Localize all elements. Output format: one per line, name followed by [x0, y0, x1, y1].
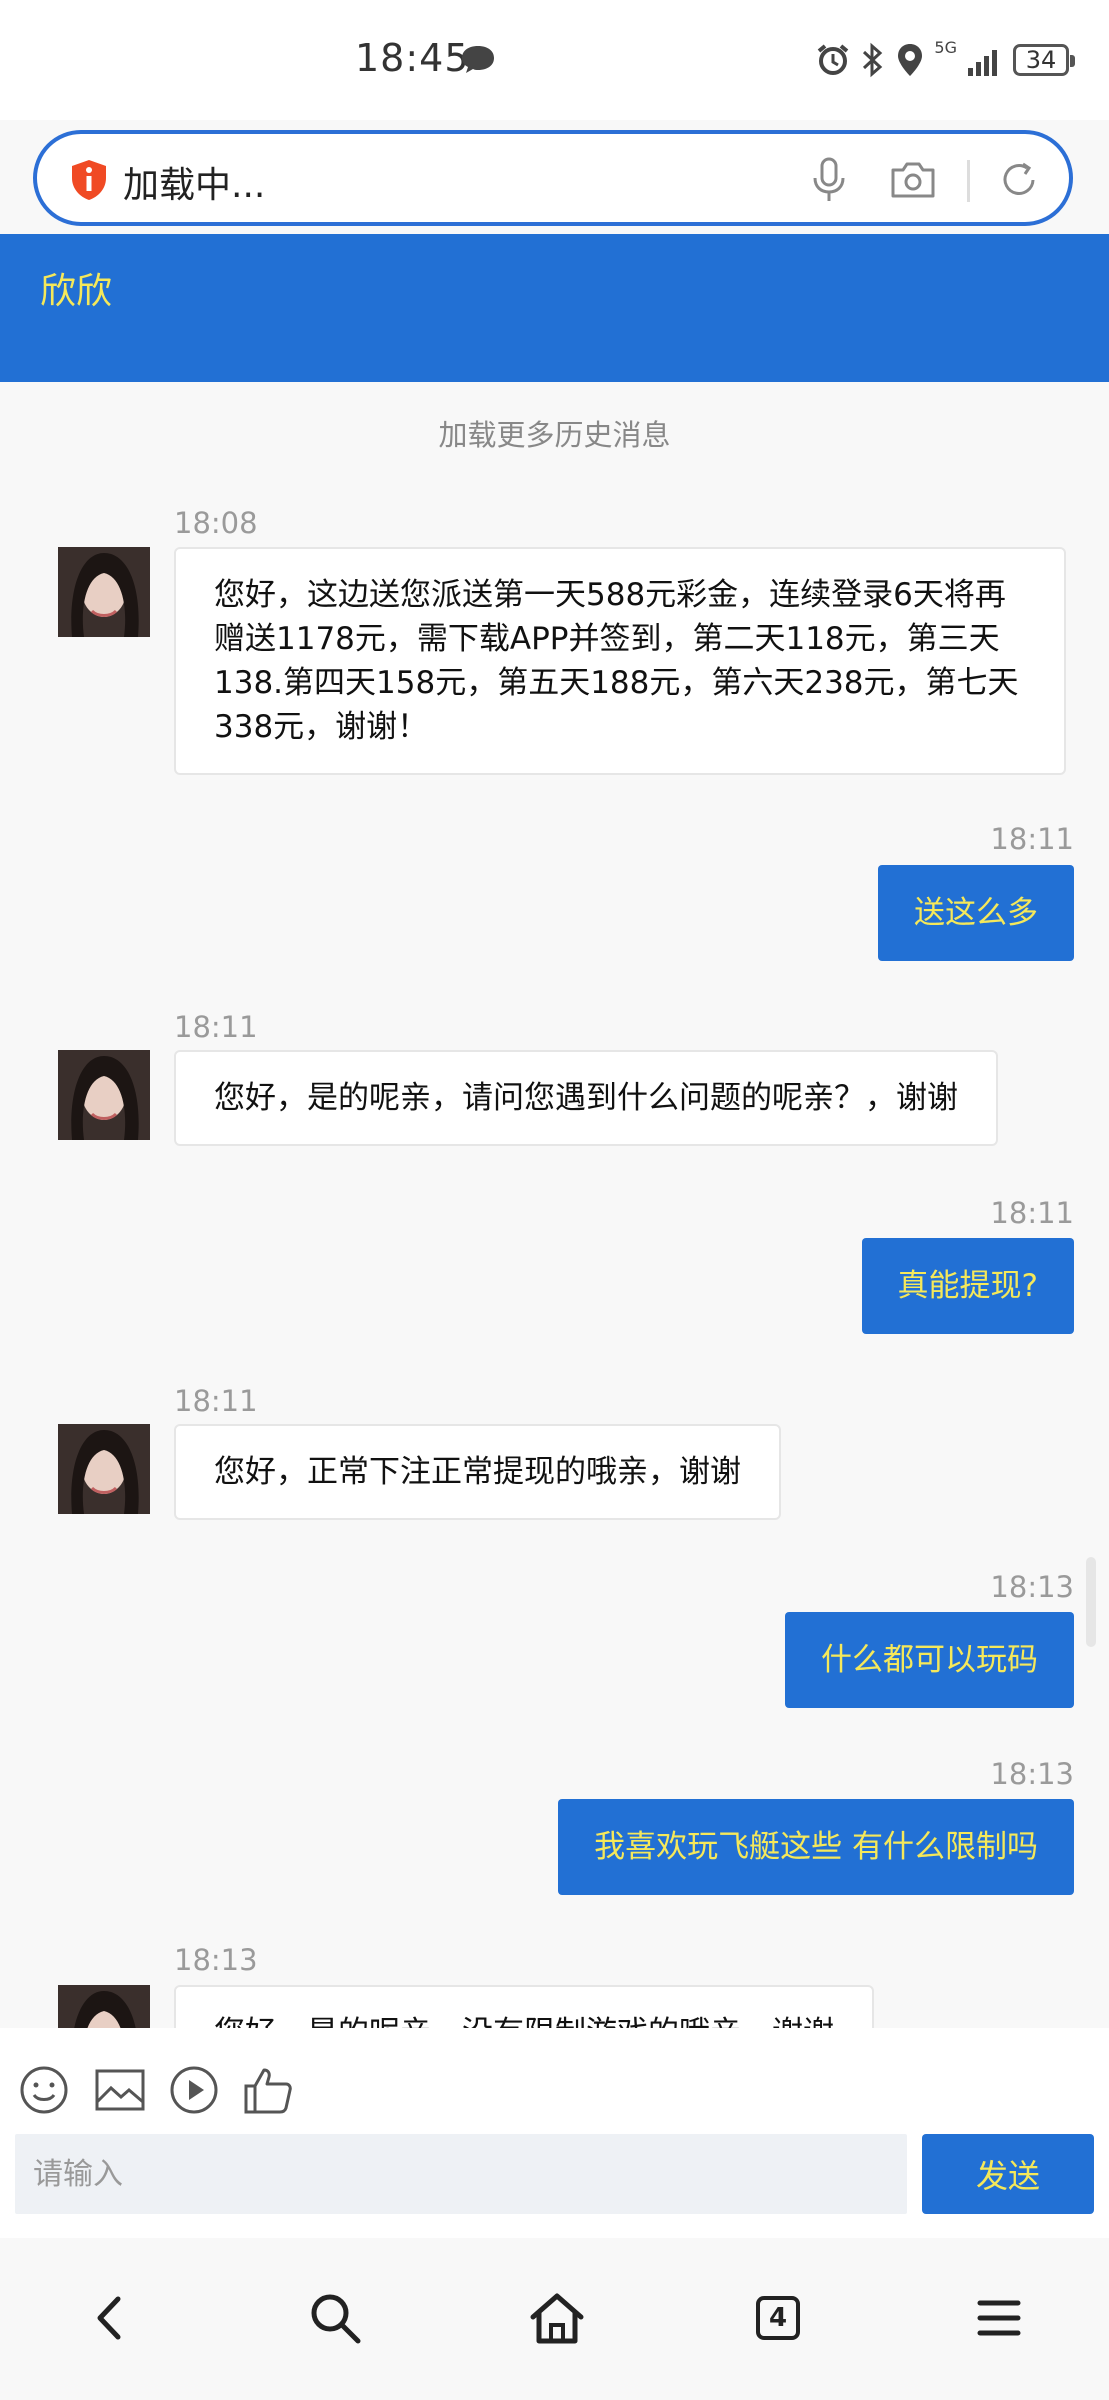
message-timestamp: 18:13 — [990, 1570, 1074, 1604]
message-timestamp: 18:11 — [990, 822, 1074, 856]
chat-header: 欣欣 — [0, 234, 1109, 382]
camera-icon[interactable] — [889, 160, 937, 200]
message-timestamp: 18:11 — [174, 1384, 258, 1418]
load-more-history-link[interactable]: 加载更多历史消息 — [0, 412, 1109, 454]
address-divider — [967, 160, 970, 202]
message-bubble-incoming: 您好，这边送您派送第一天588元彩金，连续登录6天将再赠送1178元，需下载AP… — [174, 547, 1066, 775]
security-shield-icon[interactable] — [69, 158, 109, 202]
message-bubble-outgoing: 什么都可以玩码 — [785, 1612, 1074, 1708]
back-arrow-icon — [97, 2296, 121, 2340]
chat-title: 欣欣 — [40, 271, 113, 312]
location-icon — [898, 44, 923, 76]
network-type: 5G — [934, 38, 957, 57]
thumbs-up-icon[interactable] — [242, 2064, 294, 2116]
avatar-image — [58, 547, 150, 637]
avatar-image — [58, 1050, 150, 1140]
avatar-image — [58, 1985, 150, 2028]
refresh-icon[interactable] — [997, 158, 1041, 202]
message-icon — [462, 46, 494, 73]
home-icon — [530, 2293, 584, 2344]
message-input[interactable] — [15, 2134, 907, 2214]
search-button[interactable] — [305, 2288, 365, 2348]
tabs-button[interactable]: 4 — [748, 2288, 808, 2348]
message-timestamp: 18:13 — [174, 1943, 258, 1977]
message-bubble-incoming: 您好，是的呢亲，请问您遇到什么问题的呢亲？，谢谢 — [174, 1050, 998, 1146]
tab-count: 4 — [768, 2303, 788, 2333]
message-bubble-incoming: 您好，正常下注正常提现的哦亲，谢谢 — [174, 1424, 781, 1520]
message-timestamp: 18:08 — [174, 506, 258, 540]
message-bubble-outgoing: 送这么多 — [878, 865, 1074, 961]
menu-button[interactable] — [969, 2288, 1029, 2348]
signal-icon — [968, 50, 997, 76]
status-icons: 5G 34 — [816, 38, 1075, 82]
address-bar[interactable]: 加载中... — [33, 130, 1073, 226]
avatar[interactable] — [58, 1985, 150, 2028]
back-button[interactable] — [78, 2288, 138, 2348]
tabs-count-icon: 4 — [756, 2296, 800, 2340]
browser-bottom-nav: 4 — [0, 2238, 1109, 2400]
avatar[interactable] — [58, 1050, 150, 1140]
microphone-icon[interactable] — [807, 156, 851, 204]
message-bubble-outgoing: 真能提现? — [861, 1238, 1074, 1334]
message-timestamp: 18:11 — [990, 1196, 1074, 1230]
address-text[interactable]: 加载中... — [123, 156, 265, 208]
status-bar: 18:45 5G 34 — [0, 0, 1109, 120]
alarm-icon — [818, 44, 849, 75]
message-timestamp: 18:13 — [990, 1757, 1074, 1791]
send-button[interactable]: 发送 — [922, 2134, 1094, 2214]
message-list[interactable]: 加载更多历史消息 18:08 您好，这边送您派送第一天588元彩金，连续登录6天… — [0, 382, 1109, 2028]
avatar[interactable] — [58, 1424, 150, 1514]
menu-icon — [977, 2300, 1021, 2336]
battery-level: 34 — [1025, 46, 1057, 74]
image-icon[interactable] — [94, 2064, 146, 2116]
status-time: 18:45 — [355, 36, 470, 80]
composer: 发送 — [0, 2028, 1109, 2238]
scrollbar-thumb[interactable] — [1086, 1557, 1096, 1647]
message-bubble-outgoing: 我喜欢玩飞艇这些 有什么限制吗 — [558, 1799, 1074, 1895]
home-button[interactable] — [527, 2288, 587, 2348]
search-icon — [311, 2294, 361, 2344]
video-icon[interactable] — [168, 2064, 220, 2116]
emoji-icon[interactable] — [18, 2064, 70, 2116]
battery-icon: 34 — [1013, 44, 1075, 76]
avatar[interactable] — [58, 547, 150, 637]
bluetooth-icon — [863, 42, 883, 78]
message-timestamp: 18:11 — [174, 1010, 258, 1044]
message-bubble-incoming: 您好，是的呢亲，没有限制游戏的哦亲，谢谢 — [174, 1985, 874, 2028]
avatar-image — [58, 1424, 150, 1514]
